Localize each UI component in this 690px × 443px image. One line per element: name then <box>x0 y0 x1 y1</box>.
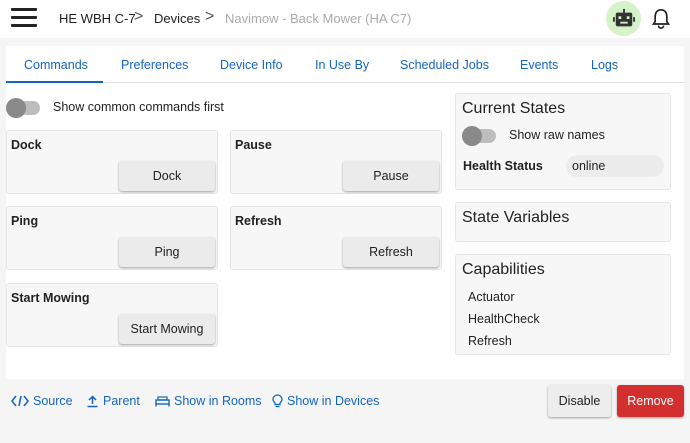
top-bar: HE WBH C-7 > Devices > Navimow - Back Mo… <box>0 0 690 38</box>
common-commands-toggle[interactable] <box>6 98 40 118</box>
show-in-devices-label: Show in Devices <box>287 394 380 408</box>
tab-logs[interactable]: Logs <box>591 58 618 72</box>
menu-icon[interactable] <box>11 8 37 28</box>
command-title: Ping <box>11 214 39 228</box>
capability-item: HealthCheck <box>468 312 540 326</box>
capabilities-card: Capabilities Actuator HealthCheck Refres… <box>455 254 671 355</box>
breadcrumb-devices[interactable]: Devices <box>154 11 200 26</box>
tab-commands[interactable]: Commands <box>24 58 88 72</box>
ping-button[interactable]: Ping <box>119 237 215 267</box>
common-commands-label: Show common commands first <box>53 100 224 114</box>
command-card-ping: Ping Ping <box>6 206 218 270</box>
source-link-label: Source <box>33 394 73 408</box>
command-title: Refresh <box>235 214 282 228</box>
command-card-dock: Dock Dock <box>6 130 218 194</box>
disable-button[interactable]: Disable <box>548 385 611 417</box>
pause-button[interactable]: Pause <box>343 161 439 191</box>
health-status-label: Health Status <box>463 159 543 173</box>
command-title: Start Mowing <box>11 291 90 305</box>
breadcrumb-separator: > <box>205 8 215 25</box>
start-mowing-button[interactable]: Start Mowing <box>119 314 215 344</box>
tab-preferences[interactable]: Preferences <box>121 58 188 72</box>
robot-icon[interactable] <box>606 1 641 36</box>
device-panel: Commands Preferences Device Info In Use … <box>6 46 684 379</box>
parent-link-label: Parent <box>103 394 140 408</box>
health-status-value: online <box>566 155 664 177</box>
breadcrumb-current-device: Navimow - Back Mower (HA C7) <box>225 11 412 26</box>
tab-device-info[interactable]: Device Info <box>220 58 283 72</box>
show-in-devices-link[interactable]: Show in Devices <box>272 394 379 408</box>
command-card-start-mowing: Start Mowing Start Mowing <box>6 283 218 347</box>
bed-icon <box>155 396 170 407</box>
breadcrumb-separator: > <box>134 8 144 25</box>
raw-names-label: Show raw names <box>509 128 605 142</box>
tab-scheduled-jobs[interactable]: Scheduled Jobs <box>400 58 489 72</box>
command-card-refresh: Refresh Refresh <box>230 206 442 270</box>
breadcrumb-hub[interactable]: HE WBH C-7 <box>59 11 136 26</box>
state-variables-card: State Variables <box>455 202 671 242</box>
capability-item: Refresh <box>468 334 512 348</box>
show-in-rooms-label: Show in Rooms <box>174 394 262 408</box>
capability-item: Actuator <box>468 290 515 304</box>
command-card-pause: Pause Pause <box>230 130 442 194</box>
refresh-button[interactable]: Refresh <box>343 237 439 267</box>
bell-icon[interactable] <box>646 4 676 34</box>
lightbulb-icon <box>272 394 283 408</box>
capabilities-title: Capabilities <box>462 261 545 278</box>
remove-button[interactable]: Remove <box>617 385 684 417</box>
current-states-card: Current States Show raw names Health Sta… <box>455 93 671 190</box>
code-icon <box>11 395 29 407</box>
upload-icon <box>87 394 98 407</box>
dock-button[interactable]: Dock <box>119 161 215 191</box>
tab-in-use-by[interactable]: In Use By <box>315 58 369 72</box>
state-variables-title: State Variables <box>462 209 570 226</box>
active-tab-indicator <box>6 81 103 83</box>
source-link[interactable]: Source <box>11 394 73 408</box>
show-in-rooms-link[interactable]: Show in Rooms <box>155 394 262 408</box>
command-title: Pause <box>235 138 272 152</box>
raw-names-toggle[interactable] <box>462 126 496 146</box>
tab-bar: Commands Preferences Device Info In Use … <box>6 46 684 83</box>
command-title: Dock <box>11 138 42 152</box>
tab-events[interactable]: Events <box>520 58 558 72</box>
current-states-title: Current States <box>462 100 566 117</box>
parent-link[interactable]: Parent <box>86 394 140 408</box>
